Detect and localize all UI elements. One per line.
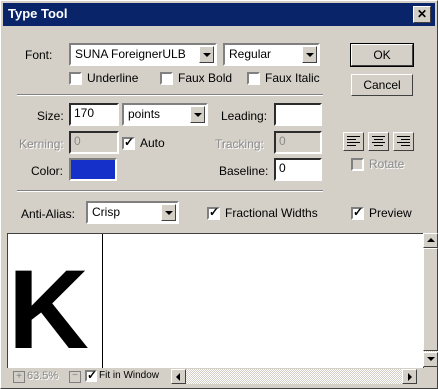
size-unit-value: points (128, 107, 161, 121)
preview-label: Preview (369, 206, 412, 220)
window-title: Type Tool (8, 6, 68, 21)
size-label: Size: (37, 109, 64, 123)
zoom-level: 63.5% (27, 370, 59, 382)
size-input[interactable]: 170 (69, 103, 119, 126)
scroll-down-icon[interactable] (423, 352, 438, 367)
color-label: Color: (31, 164, 64, 178)
faux-italic-checkbox[interactable] (247, 72, 260, 85)
underline-checkbox[interactable] (69, 72, 82, 85)
divider (17, 94, 323, 96)
align-left-icon[interactable] (343, 132, 364, 151)
tracking-input[interactable]: 0 (274, 131, 322, 154)
close-icon: ✕ (416, 7, 428, 21)
fit-in-window-label: Fit in Window (99, 370, 160, 381)
horizontal-scrollbar[interactable] (171, 369, 417, 384)
font-label: Font: (25, 48, 53, 62)
type-tool-dialog: Type Tool ✕ Font: SUNA ForeignerULB Regu… (0, 0, 438, 389)
underline-label: Underline (87, 71, 139, 85)
zoom-in-icon[interactable]: + (13, 371, 25, 383)
scroll-up-icon[interactable] (423, 233, 438, 248)
chevron-down-icon[interactable] (302, 46, 317, 63)
scroll-left-icon[interactable] (171, 369, 186, 384)
align-center-icon[interactable] (368, 132, 389, 151)
font-style-select[interactable]: Regular (223, 43, 320, 66)
anti-alias-value: Crisp (92, 205, 121, 219)
baseline-input[interactable]: 0 (274, 158, 322, 181)
cancel-button[interactable]: Cancel (351, 74, 413, 96)
baseline-label: Baseline: (219, 164, 269, 178)
fractional-widths-checkbox[interactable] (207, 205, 220, 220)
kerning-label: Kerning: (19, 137, 64, 151)
preview-glyph: K (8, 247, 89, 369)
font-family-value: SUNA ForeignerULB (75, 47, 186, 61)
leading-label: Leading: (221, 109, 268, 123)
auto-kerning-label: Auto (140, 136, 165, 150)
tracking-label: Tracking: (215, 137, 264, 151)
close-button[interactable]: ✕ (413, 6, 431, 23)
anti-alias-label: Anti-Alias: (21, 207, 76, 221)
leading-input[interactable] (274, 103, 322, 126)
faux-italic-label: Faux Italic (265, 71, 320, 85)
zoom-out-icon[interactable]: − (69, 371, 81, 383)
title-bar: Type Tool ✕ (3, 3, 435, 26)
preview-pane: K (7, 233, 424, 369)
anti-alias-select[interactable]: Crisp (86, 201, 179, 224)
faux-bold-label: Faux Bold (178, 71, 233, 85)
scroll-thumb[interactable] (423, 248, 438, 351)
chevron-down-icon[interactable] (199, 46, 214, 63)
chevron-down-icon[interactable] (161, 204, 176, 221)
ok-button[interactable]: OK (350, 43, 414, 67)
preview-checkbox[interactable] (351, 205, 364, 220)
align-right-icon[interactable] (393, 132, 414, 151)
status-bar: + 63.5% − Fit in Window (7, 368, 433, 385)
auto-kerning-checkbox[interactable] (122, 135, 135, 150)
vertical-scrollbar[interactable] (423, 233, 438, 367)
cancel-button-label: Cancel (363, 78, 401, 92)
rotate-checkbox[interactable] (351, 158, 364, 171)
rotate-label: Rotate (369, 157, 405, 171)
faux-bold-checkbox[interactable] (160, 72, 173, 85)
fit-in-window-checkbox[interactable] (85, 368, 97, 382)
color-swatch[interactable] (69, 158, 117, 181)
scroll-right-icon[interactable] (402, 369, 417, 384)
ok-button-label: OK (373, 48, 391, 62)
fractional-widths-label: Fractional Widths (225, 206, 318, 220)
size-unit-select[interactable]: points (122, 103, 208, 126)
chevron-down-icon[interactable] (190, 106, 205, 123)
font-family-select[interactable]: SUNA ForeignerULB (69, 43, 217, 66)
divider (17, 190, 323, 192)
font-style-value: Regular (229, 47, 272, 61)
kerning-input[interactable]: 0 (69, 131, 119, 154)
